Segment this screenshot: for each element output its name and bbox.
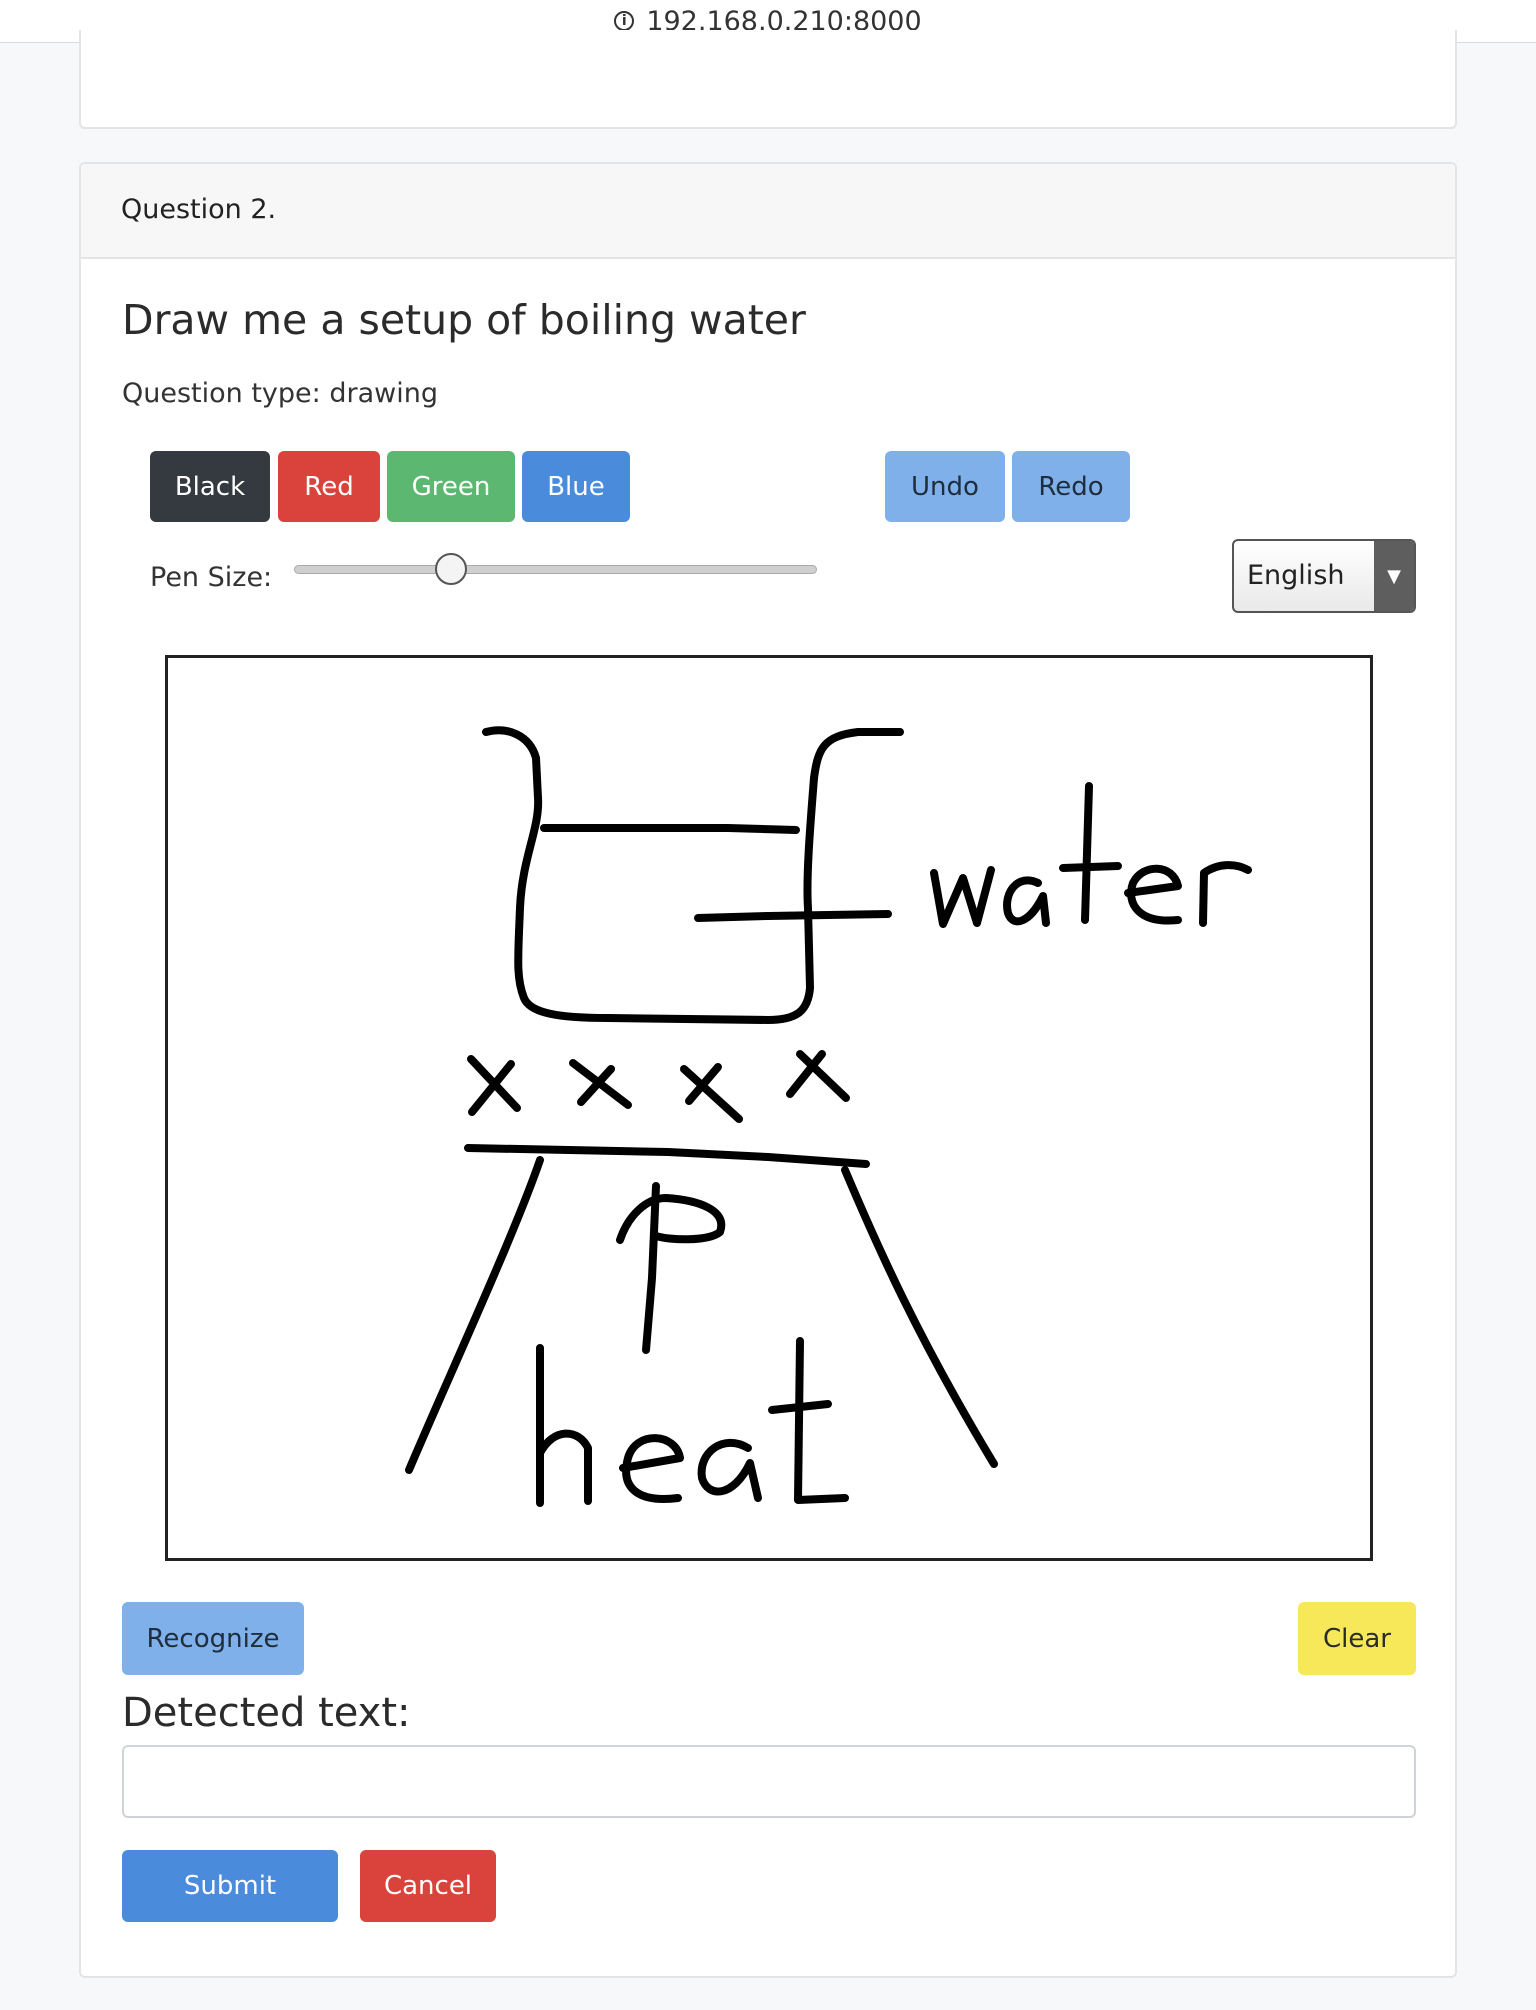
heat-arrow-shaft: [642, 1182, 660, 1354]
flame-x-3: [680, 1063, 743, 1123]
previous-question-card: [79, 30, 1457, 129]
question-number: Question 2.: [121, 194, 277, 225]
question-type: Question type: drawing: [122, 378, 438, 409]
pen-size-slider[interactable]: [294, 565, 817, 574]
heat-label: [536, 1337, 849, 1507]
detected-text-input[interactable]: [122, 1745, 1416, 1818]
undo-button[interactable]: Undo: [885, 451, 1005, 522]
stand-left-leg: [405, 1156, 544, 1474]
water-arrow-line: [694, 910, 892, 922]
language-select[interactable]: English ▼: [1232, 539, 1416, 613]
clear-button[interactable]: Clear: [1298, 1602, 1416, 1675]
water-top-line: [540, 824, 800, 834]
detected-text-label: Detected text:: [122, 1690, 411, 1736]
pen-size-label: Pen Size:: [150, 562, 273, 593]
question-header: Question 2.: [81, 164, 1455, 259]
chevron-down-icon: ▼: [1374, 541, 1414, 611]
submit-button[interactable]: Submit: [122, 1850, 338, 1922]
pot-body: [514, 774, 818, 1024]
recognize-button[interactable]: Recognize: [122, 1602, 304, 1675]
pot-right-handle: [810, 728, 904, 782]
redo-button[interactable]: Redo: [1012, 451, 1130, 522]
stand-right-leg: [841, 1166, 998, 1468]
color-black-button[interactable]: Black: [150, 451, 270, 522]
drawing-canvas[interactable]: [165, 655, 1373, 1561]
language-selected: English: [1247, 560, 1345, 591]
question-card: Question 2. Draw me a setup of boiling w…: [79, 162, 1457, 1978]
water-label: [930, 782, 1252, 928]
drawing-strokes: [405, 726, 1252, 1507]
flame-x-2: [569, 1059, 632, 1109]
pot-left-handle: [482, 726, 542, 802]
heat-arrow-head: [616, 1194, 726, 1244]
stand-top: [464, 1144, 870, 1168]
question-title: Draw me a setup of boiling water: [122, 296, 806, 344]
cancel-button[interactable]: Cancel: [360, 1850, 496, 1922]
color-blue-button[interactable]: Blue: [522, 451, 630, 522]
flame-x-4: [786, 1050, 850, 1102]
pen-size-slider-thumb[interactable]: [434, 553, 467, 585]
color-green-button[interactable]: Green: [387, 451, 515, 522]
info-icon[interactable]: i: [614, 11, 635, 31]
flame-x-1: [467, 1055, 521, 1116]
color-red-button[interactable]: Red: [278, 451, 380, 522]
